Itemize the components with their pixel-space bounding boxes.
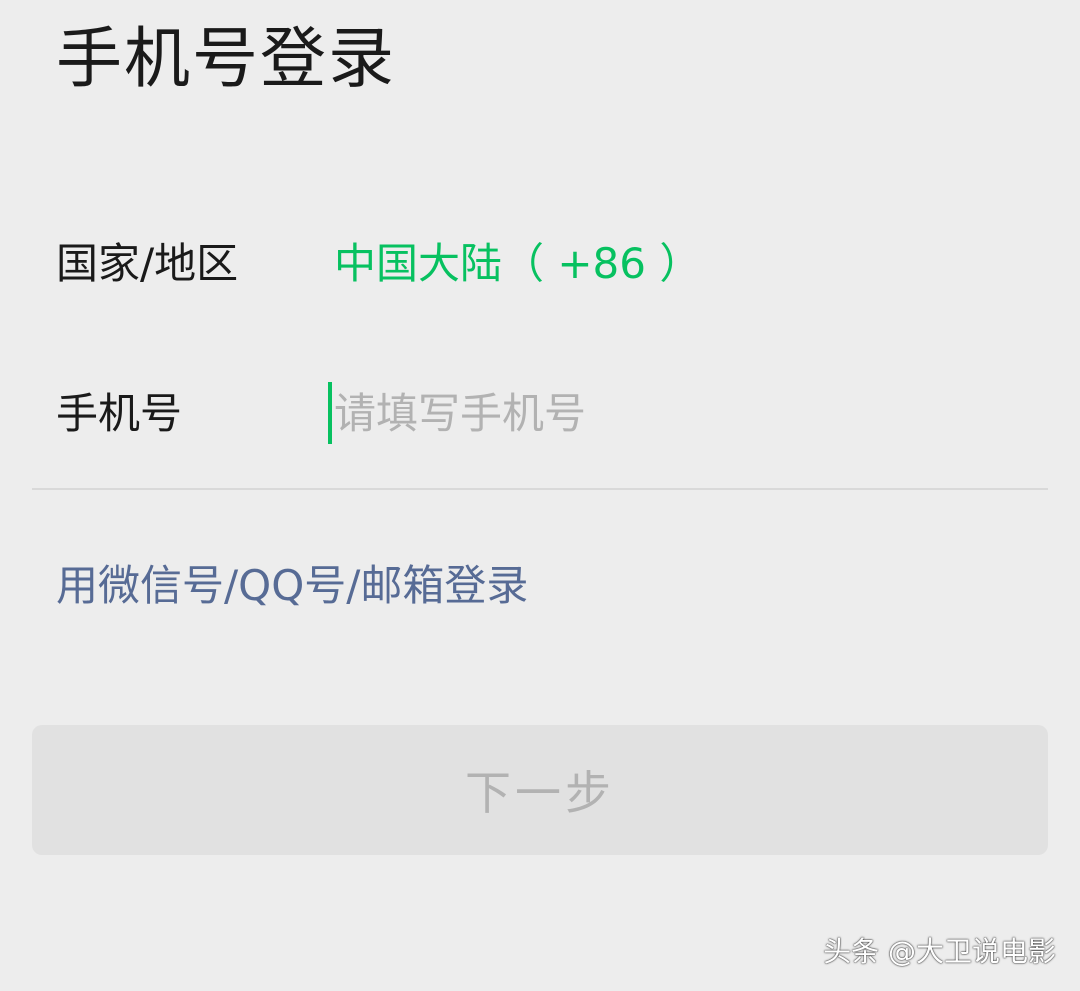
phone-label: 手机号: [56, 389, 183, 438]
country-region-selector[interactable]: 中国大陆（ +86 ）: [334, 236, 701, 292]
page-title: 手机号登录: [56, 20, 396, 97]
next-button[interactable]: 下一步: [32, 725, 1048, 855]
alt-login-link[interactable]: 用微信号/QQ号/邮箱登录: [56, 558, 528, 614]
watermark: 头条 @大卫说电影: [823, 935, 1056, 968]
country-region-label: 国家/地区: [56, 239, 239, 288]
divider: [32, 488, 1048, 490]
text-caret: [328, 382, 332, 444]
phone-input[interactable]: [330, 382, 1034, 444]
